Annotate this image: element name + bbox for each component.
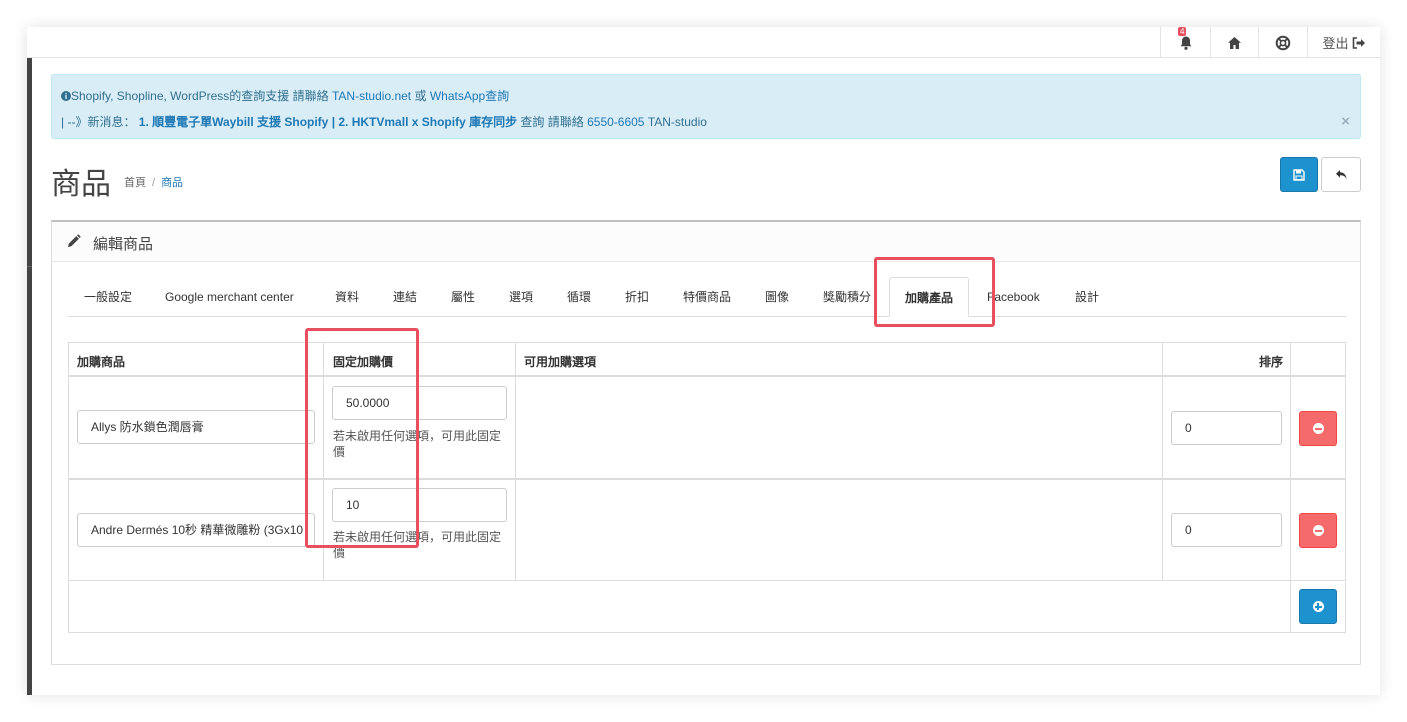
header-sort: 排序 <box>1259 355 1284 369</box>
info-alert: Shopify, Shopline, WordPress的查詢支援 請聯絡 TA… <box>51 74 1361 139</box>
minus-circle-icon <box>1312 525 1324 536</box>
whatsapp-link[interactable]: WhatsApp查詢 <box>430 89 509 103</box>
breadcrumb: 首頁 / 商品 <box>124 174 183 190</box>
header-product: 加購商品 <box>77 355 126 369</box>
pencil-icon <box>68 234 81 247</box>
app-window: 4 登出 Shopify, Shopline, WordPress的查詢支援 請… <box>27 27 1380 695</box>
remove-row-button[interactable] <box>1299 411 1337 446</box>
panel-title: 編輯商品 <box>93 236 154 253</box>
tab-google-merchant[interactable]: Google merchant center <box>165 277 294 317</box>
tab-options[interactable]: 選項 <box>509 277 533 317</box>
breadcrumb-separator: / <box>152 177 156 189</box>
price-column-highlight-box <box>305 328 419 548</box>
remove-row-button[interactable] <box>1299 513 1337 548</box>
edit-product-panel: 編輯商品 一般設定 Google merchant center 資料 連結 屬… <box>51 220 1361 665</box>
alert-line-1: Shopify, Shopline, WordPress的查詢支援 請聯絡 TA… <box>61 87 509 104</box>
alert-news-prefix: | --》新消息： <box>61 115 136 129</box>
tab-highlight-box <box>874 257 995 327</box>
tab-images[interactable]: 圖像 <box>765 277 789 317</box>
home-icon <box>1228 36 1241 49</box>
tab-general[interactable]: 一般設定 <box>84 277 132 317</box>
alert-suffix: TAN-studio <box>644 115 707 129</box>
notification-badge: 4 <box>1178 27 1187 36</box>
tab-design[interactable]: 設計 <box>1075 277 1099 317</box>
help-button[interactable] <box>1258 27 1307 58</box>
phone-link[interactable]: 6550-6605 <box>587 115 644 129</box>
alert-or-text: 或 <box>411 89 430 103</box>
alert-contact-text: 查詢 請聯絡 <box>517 115 588 129</box>
tab-attributes[interactable]: 屬性 <box>451 277 475 317</box>
addon-product-input[interactable]: Allys 防水鎖色潤唇膏 <box>77 410 315 444</box>
minus-circle-icon <box>1312 423 1324 434</box>
tan-studio-link[interactable]: TAN-studio.net <box>332 89 411 103</box>
tab-special[interactable]: 特價商品 <box>683 277 731 317</box>
breadcrumb-current[interactable]: 商品 <box>161 177 183 189</box>
tab-data[interactable]: 資料 <box>335 277 359 317</box>
logout-button[interactable]: 登出 <box>1307 27 1380 58</box>
alert-close-button[interactable]: × <box>1341 113 1350 130</box>
reply-icon <box>1335 169 1346 179</box>
addon-product-input[interactable]: Andre Dermés 10秒 精華微雕粉 (3Gx10 <box>77 513 315 547</box>
page-title: 商品 <box>51 167 111 202</box>
panel-heading: 編輯商品 <box>52 222 1360 262</box>
info-circle-icon <box>61 91 71 101</box>
tab-discount[interactable]: 折扣 <box>625 277 649 317</box>
table-header: 加購商品 固定加購價 可用加購選項 排序 <box>69 343 1345 377</box>
alert-line1-text: Shopify, Shopline, WordPress的查詢支援 請聯絡 <box>71 89 332 103</box>
floppy-disk-icon <box>1293 168 1305 181</box>
life-ring-icon <box>1275 35 1291 50</box>
plus-circle-icon <box>1312 601 1324 612</box>
bell-icon <box>1180 36 1191 50</box>
product-tabs: 一般設定 Google merchant center 資料 連結 屬性 選項 … <box>68 277 1346 317</box>
sidebar-edge <box>27 58 32 695</box>
logout-label: 登出 <box>1322 36 1349 51</box>
sort-order-input[interactable]: 0 <box>1171 411 1282 445</box>
tab-recurring[interactable]: 循環 <box>567 277 591 317</box>
alert-news-items: 1. 順豐電子單Waybill 支援 Shopify | 2. HKTVmall… <box>135 115 518 129</box>
add-row-button[interactable] <box>1299 589 1337 624</box>
alert-line-2: | --》新消息： 1. 順豐電子單Waybill 支援 Shopify | 2… <box>61 113 707 130</box>
top-navbar: 4 登出 <box>27 27 1380 58</box>
back-button[interactable] <box>1321 157 1361 192</box>
header-options: 可用加購選項 <box>524 355 597 369</box>
notifications-button[interactable]: 4 <box>1160 27 1210 58</box>
tab-links[interactable]: 連結 <box>393 277 417 317</box>
addon-products-table: 加購商品 固定加購價 可用加購選項 排序 Allys 防水鎖色潤唇膏 50.00… <box>68 342 1346 633</box>
sort-order-input[interactable]: 0 <box>1171 513 1282 547</box>
save-button[interactable] <box>1280 157 1318 192</box>
breadcrumb-home[interactable]: 首頁 <box>124 177 146 189</box>
sign-out-icon <box>1352 36 1365 49</box>
home-button[interactable] <box>1210 27 1258 58</box>
tab-reward-points[interactable]: 獎勵積分 <box>823 277 871 317</box>
